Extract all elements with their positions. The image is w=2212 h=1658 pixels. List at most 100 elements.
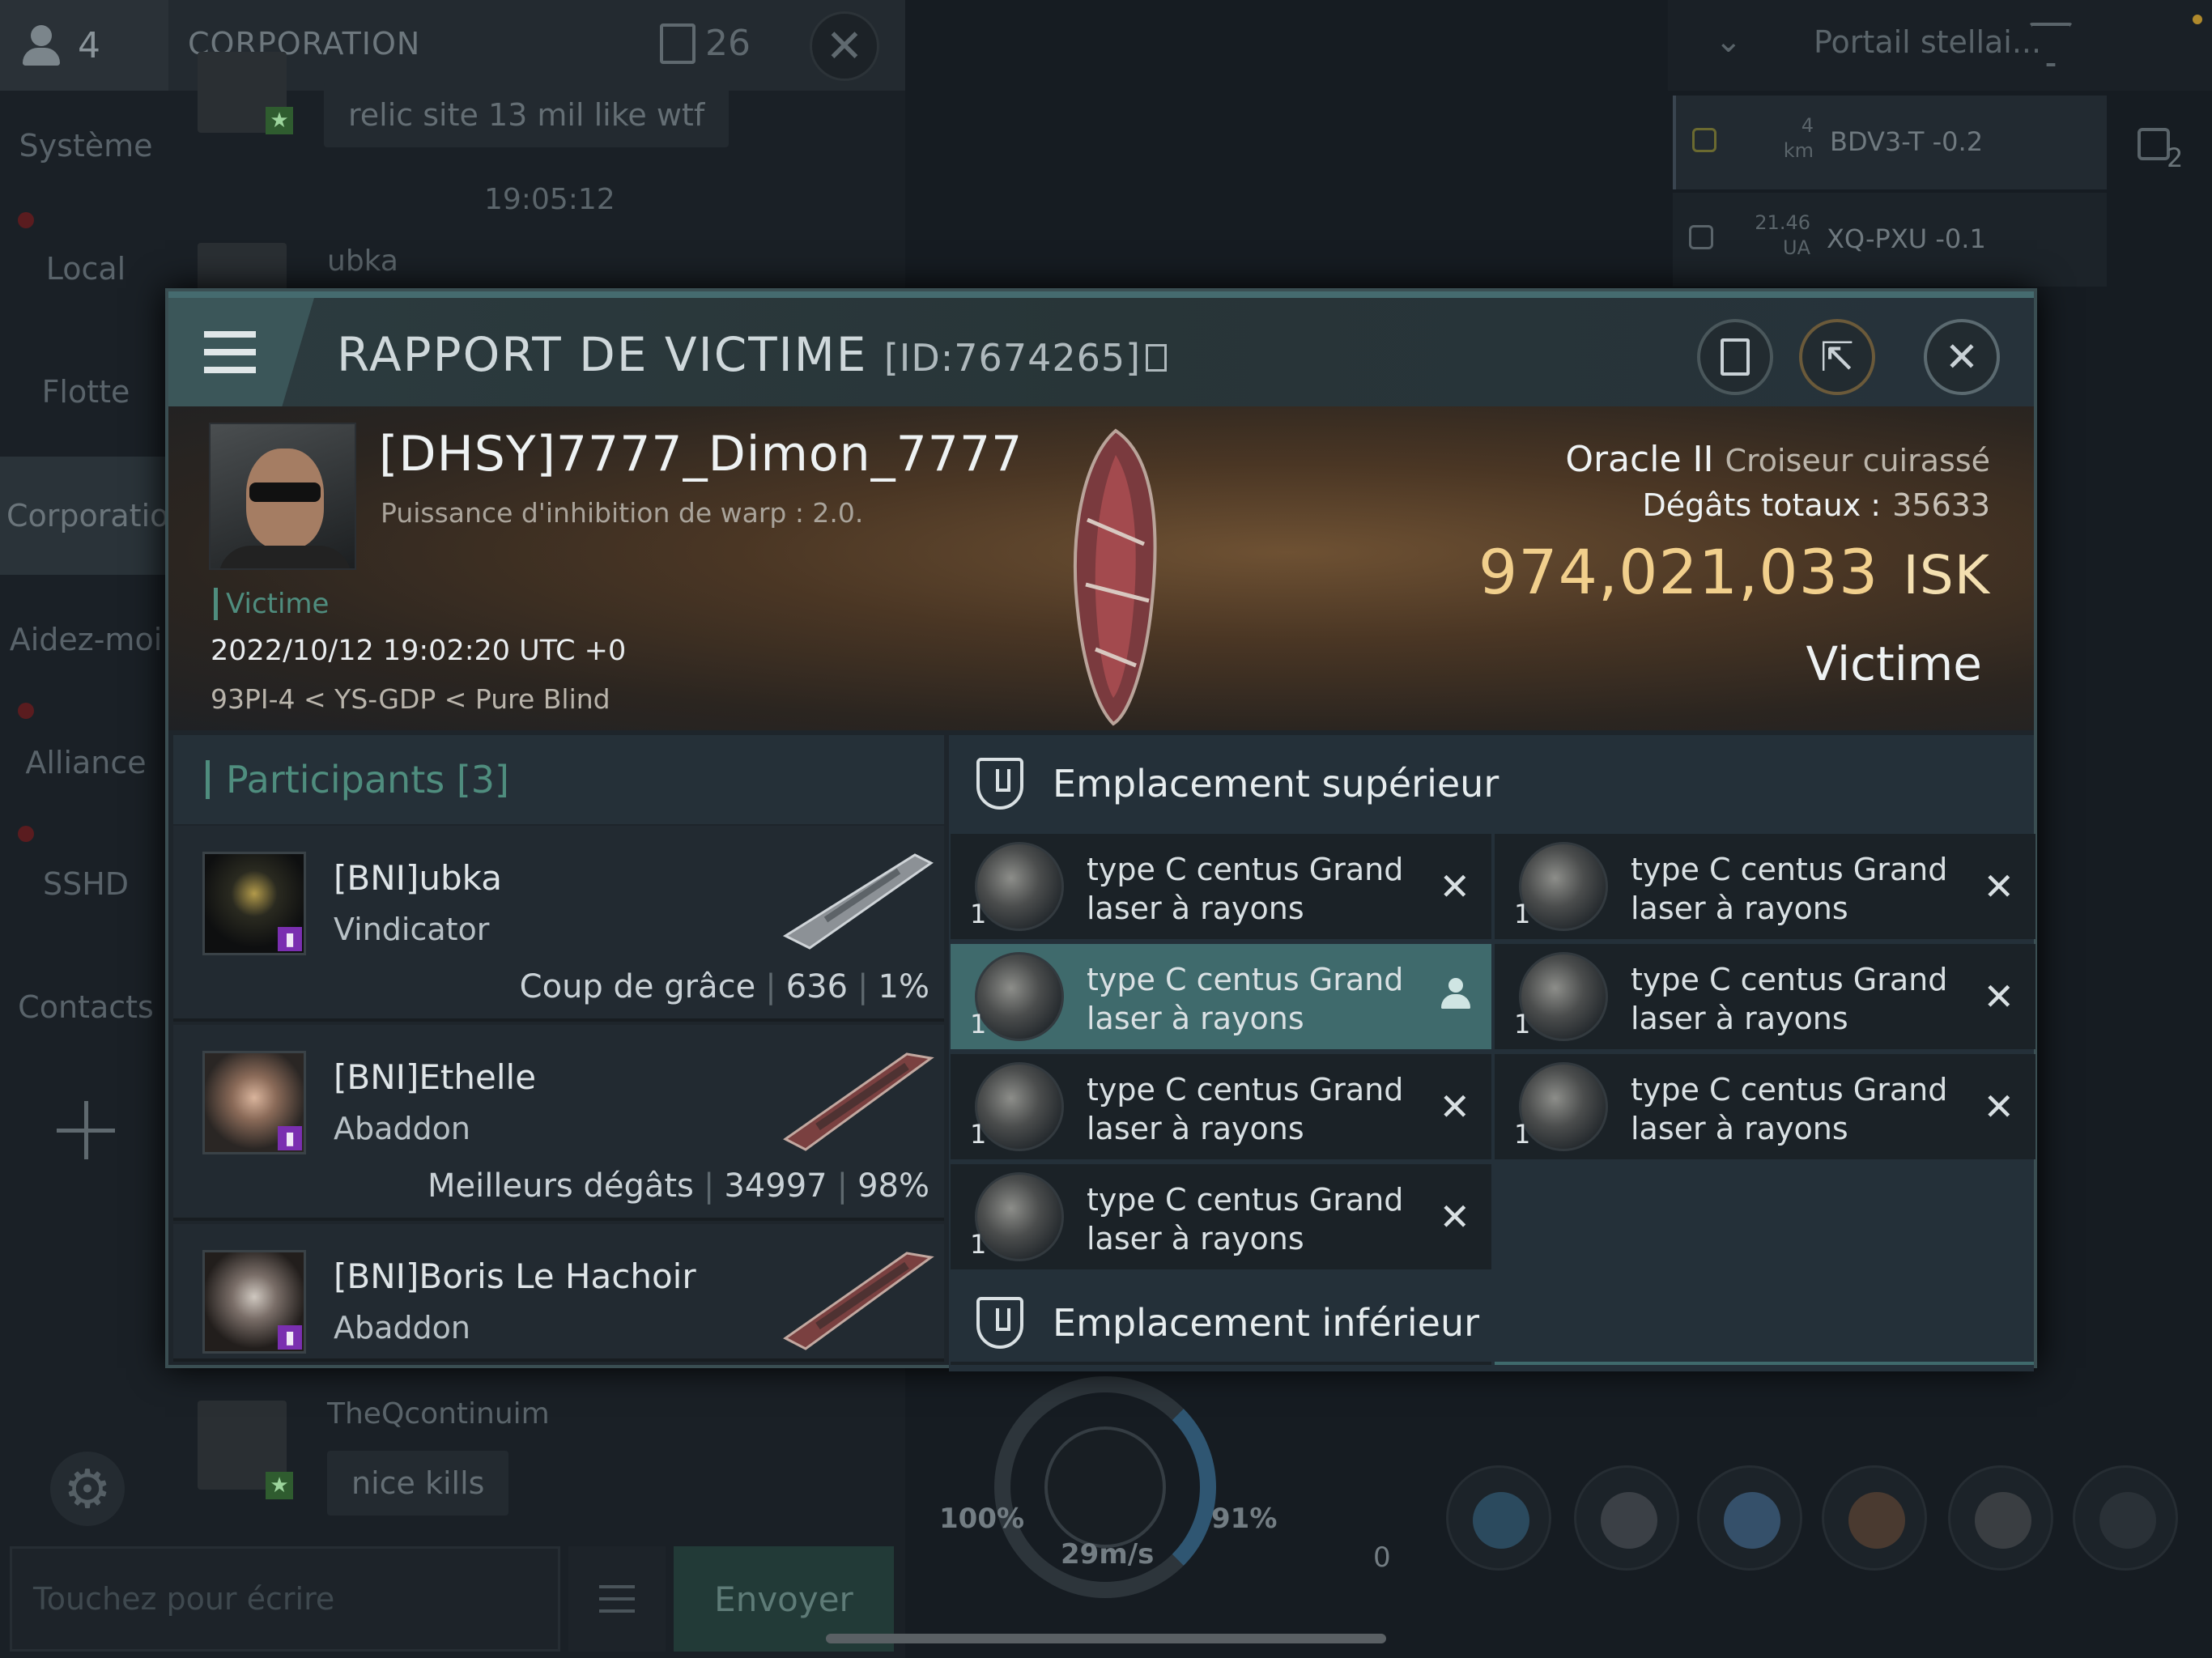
- tab-label: Système: [19, 128, 153, 164]
- participant-stats: Coup de grâce | 636 | 1%: [520, 968, 929, 1005]
- modal-header: RAPPORT DE VICTIME [ID:7674265] ⇱ ✕: [168, 291, 2034, 406]
- tab-systeme[interactable]: Système: [0, 97, 172, 194]
- fitting-panel: Emplacement supérieur 1 type C centus Gr…: [949, 735, 2035, 1371]
- overview-row[interactable]: 4 km BDV3-T -0.2: [1673, 96, 2107, 189]
- menu-button[interactable]: [168, 298, 314, 406]
- fitting-slot[interactable]: 1 type C centus Grand laser à rayons ✕: [1495, 944, 2035, 1049]
- overview-row[interactable]: 21.46 UA XQ-PXU -0.1: [1673, 193, 2107, 287]
- tab-label: Flotte: [41, 374, 130, 410]
- low-slot-icon: [976, 1297, 1023, 1349]
- chat-user-count[interactable]: 4: [0, 0, 168, 91]
- slot-name: type C centus Grand laser à rayons: [1631, 1070, 1947, 1148]
- fitting-slot-peek: [951, 1362, 1491, 1365]
- slot-name: type C centus Grand laser à rayons: [1631, 850, 1947, 928]
- module-slot[interactable]: [1697, 1465, 1802, 1571]
- laser-turret-icon: [1519, 842, 1608, 931]
- report-title: RAPPORT DE VICTIME: [337, 327, 868, 382]
- share-button[interactable]: ⇱: [1799, 319, 1875, 395]
- slot-name-line2: laser à rayons: [1631, 891, 1848, 926]
- participant-row[interactable]: ▮ [BNI]ubka Vindicator Coup de grâce | 636…: [173, 826, 944, 1022]
- participant-ship-image: [783, 1252, 934, 1350]
- dropped-person-icon: [1441, 978, 1470, 1010]
- target-icon[interactable]: [2138, 128, 2170, 160]
- module-slot[interactable]: [1446, 1465, 1551, 1571]
- destroyed-icon: ✕: [1983, 975, 2014, 1018]
- victim-name[interactable]: [DHSY]7777_Dimon_7777: [379, 426, 1023, 483]
- chevron-down-icon[interactable]: ⌄: [1715, 23, 1742, 60]
- victim-banner: [DHSY]7777_Dimon_7777 Puissance d'inhibi…: [168, 406, 2034, 730]
- warp-strength: Puissance d'inhibition de warp : 2.0.: [381, 497, 864, 529]
- overview-name: BDV3-T -0.2: [1830, 126, 1984, 157]
- tab-contacts[interactable]: Contacts: [0, 959, 172, 1056]
- chat-menu-button[interactable]: [568, 1546, 666, 1652]
- slot-qty: 1: [1514, 1119, 1531, 1150]
- fitting-slot[interactable]: 1 type C centus Grand laser à rayons ✕: [1495, 834, 2035, 939]
- tab-alliance[interactable]: Alliance: [0, 714, 172, 811]
- fitting-slot-selected[interactable]: 1 type C centus Grand laser à rayons: [951, 944, 1491, 1049]
- slot-name-line1: type C centus Grand: [1087, 852, 1404, 887]
- fitting-slot[interactable]: 1 type C centus Grand laser à rayons ✕: [951, 834, 1491, 939]
- distance-value: 21.46: [1755, 211, 1810, 234]
- fitting-slot[interactable]: 1 type C centus Grand laser à rayons ✕: [951, 1164, 1491, 1269]
- participant-ship: Vindicator: [334, 912, 490, 947]
- tab-aidez-moi[interactable]: Aidez-moi: [0, 591, 172, 688]
- tab-sshd[interactable]: SSHD: [0, 835, 172, 933]
- victim-portrait[interactable]: [209, 423, 356, 570]
- module-slot[interactable]: [1574, 1465, 1679, 1571]
- chat-message-count[interactable]: 26: [660, 23, 751, 64]
- module-slot[interactable]: [1822, 1465, 1927, 1571]
- chat-input[interactable]: Touchez pour écrire: [10, 1546, 560, 1652]
- kill-datetime: 2022/10/12 19:02:20 UTC +0: [211, 635, 627, 667]
- chat-close-button[interactable]: ✕: [810, 11, 879, 81]
- participant-name: [BNI]Boris Le Hachoir: [334, 1256, 696, 1296]
- slot-qty: 1: [970, 1229, 987, 1260]
- zero-readout: 0: [1373, 1541, 1391, 1574]
- stat-label: Meilleurs dégâts: [428, 1167, 694, 1205]
- gear-icon[interactable]: ⚙: [50, 1452, 125, 1526]
- overview-filter[interactable]: Portail stellai...: [1814, 24, 2041, 60]
- clipboard-button[interactable]: [1697, 319, 1773, 395]
- participant-ship-image: [782, 853, 934, 950]
- close-icon: ✕: [825, 19, 864, 73]
- stargate-icon: [1692, 128, 1716, 152]
- ship-hud-center[interactable]: [1044, 1426, 1166, 1548]
- tab-label: Corporation: [6, 498, 189, 534]
- stat-damage: 636: [785, 968, 849, 1005]
- notification-dot: [2193, 15, 2202, 24]
- copy-icon[interactable]: [1146, 343, 1168, 372]
- kill-location[interactable]: 93PI-4 < YS-GDP < Pure Blind: [211, 683, 610, 715]
- module-icon: [1724, 1492, 1780, 1549]
- victim-ship-image[interactable]: [1039, 423, 1185, 730]
- chat-user-count-value: 4: [78, 24, 100, 66]
- victim-ship[interactable]: Oracle II Croiseur cuirassé: [1565, 439, 1990, 480]
- avatar: ▮: [202, 1250, 306, 1354]
- module-slot[interactable]: [1948, 1465, 2053, 1571]
- overview-name: XQ-PXU -0.1: [1827, 223, 1986, 254]
- stargate-icon: [1689, 225, 1713, 249]
- tab-local[interactable]: Local: [0, 220, 172, 317]
- overview-distance: 4 km: [1757, 113, 1814, 164]
- fitting-slot[interactable]: 1 type C centus Grand laser à rayons ✕: [1495, 1054, 2035, 1159]
- close-button[interactable]: ✕: [1924, 319, 2000, 395]
- fitting-slot-peek: [1495, 1362, 2034, 1365]
- fitting-slot[interactable]: 1 type C centus Grand laser à rayons ✕: [951, 1054, 1491, 1159]
- tab-flotte[interactable]: Flotte: [0, 343, 172, 440]
- separator: |: [836, 1167, 849, 1205]
- module-icon: [1601, 1492, 1657, 1549]
- tab-label: Local: [45, 251, 126, 287]
- distance-value: 4: [1801, 114, 1814, 137]
- participant-row[interactable]: ▮ [BNI]Ethelle Abaddon Meilleurs dégâts |…: [173, 1025, 944, 1221]
- slot-name: type C centus Grand laser à rayons: [1087, 850, 1403, 928]
- damage-label: Dégâts totaux :: [1642, 487, 1882, 523]
- slot-name-line2: laser à rayons: [1087, 1001, 1304, 1036]
- tab-corporation[interactable]: Corporation: [0, 457, 188, 575]
- add-channel-icon[interactable]: [57, 1101, 115, 1159]
- corp-badge-icon: ▮: [278, 1126, 302, 1150]
- low-slots-header: Emplacement inférieur: [949, 1274, 2034, 1371]
- slot-name-line1: type C centus Grand: [1631, 962, 1948, 997]
- participant-row[interactable]: ▮ [BNI]Boris Le Hachoir Abaddon: [173, 1224, 944, 1362]
- tab-label: Alliance: [25, 745, 147, 780]
- report-id: [ID:7674265]: [883, 336, 1142, 380]
- slot-name-line1: type C centus Grand: [1631, 1072, 1948, 1107]
- module-slot[interactable]: [2073, 1465, 2178, 1571]
